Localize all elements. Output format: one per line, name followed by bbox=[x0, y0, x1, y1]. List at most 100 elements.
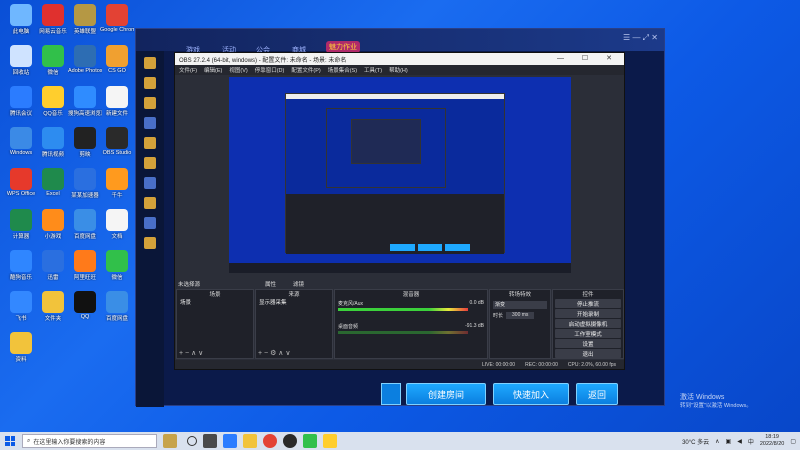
desktop-icon[interactable]: 回收站 bbox=[4, 45, 38, 76]
desktop-icon[interactable]: CS GO bbox=[100, 45, 134, 74]
desktop-icon[interactable]: Windows bbox=[4, 127, 38, 156]
obs-menu-item[interactable]: 文件(F) bbox=[179, 66, 197, 74]
start-button[interactable] bbox=[0, 432, 20, 450]
taskbar-game-icon[interactable] bbox=[163, 434, 177, 448]
status-rec: REC: 00:00:00 bbox=[525, 361, 558, 368]
ime-indicator[interactable]: 中 bbox=[748, 437, 754, 446]
taskbar-search[interactable]: ⌕ 在这里输入你要搜索的内容 bbox=[22, 434, 157, 448]
desktop-icon[interactable]: 小游戏 bbox=[36, 209, 70, 240]
back-button[interactable]: 返回 bbox=[576, 383, 618, 405]
sidebar-friends-icon[interactable] bbox=[144, 197, 156, 209]
obs-menu-item[interactable]: 停靠窗口(D) bbox=[255, 66, 285, 74]
desktop-icon[interactable]: 百度网盘 bbox=[68, 209, 102, 240]
taskbar-explorer-icon[interactable] bbox=[243, 434, 257, 448]
app-icon bbox=[74, 209, 96, 231]
desktop-icon[interactable]: Excel bbox=[36, 168, 70, 197]
desktop-icon[interactable]: 此电脑 bbox=[4, 4, 38, 35]
desktop-icon[interactable]: Google Chrome bbox=[100, 4, 134, 33]
taskbar-qq-icon[interactable] bbox=[323, 434, 337, 448]
desktop-icon[interactable]: 文档 bbox=[100, 209, 134, 240]
desktop-icon[interactable]: 腾讯会议 bbox=[4, 86, 38, 117]
clock[interactable]: 18:19 2022/8/20 bbox=[760, 434, 784, 448]
notification-icon[interactable]: ▢ bbox=[790, 438, 796, 445]
preview-taskbar bbox=[229, 263, 571, 273]
desktop-icon[interactable]: 微信 bbox=[100, 250, 134, 281]
volume-icon[interactable]: ◀ bbox=[737, 438, 742, 445]
obs-control-button[interactable]: 开始录制 bbox=[555, 309, 621, 318]
desktop-icon[interactable]: QQ音乐 bbox=[36, 86, 70, 117]
desktop-icon-label: 资料 bbox=[15, 357, 27, 363]
network-icon[interactable]: ▣ bbox=[726, 438, 732, 445]
duration-input[interactable]: 300 ms bbox=[506, 312, 535, 319]
obs-menu-item[interactable]: 编辑(E) bbox=[204, 66, 222, 74]
tray-chevron-icon[interactable]: ∧ bbox=[715, 438, 719, 445]
filters-button[interactable]: 滤镜 bbox=[293, 280, 304, 288]
scene-toolbar[interactable]: + − ∧ ∨ bbox=[179, 349, 203, 357]
sidebar-task-icon[interactable] bbox=[144, 237, 156, 249]
taskbar-chrome-icon[interactable] bbox=[263, 434, 277, 448]
obs-menu-item[interactable]: 视图(V) bbox=[229, 66, 247, 74]
desktop-icon[interactable]: 迅雷 bbox=[36, 250, 70, 281]
desktop-icon[interactable]: 搜狗高速浏览器 bbox=[68, 86, 102, 117]
mixer-meter-2 bbox=[338, 331, 468, 334]
taskbar-edge-icon[interactable] bbox=[223, 434, 237, 448]
desktop-icon[interactable]: 剪映 bbox=[68, 127, 102, 158]
desktop-icon[interactable]: 腾讯视频 bbox=[36, 127, 70, 158]
source-toolbar[interactable]: + − ⚙ ∧ ∨ bbox=[258, 349, 290, 357]
obs-menu-item[interactable]: 工具(T) bbox=[364, 66, 382, 74]
desktop-icon-label: QQ bbox=[80, 314, 90, 320]
sidebar-hero-icon[interactable] bbox=[144, 77, 156, 89]
taskbar-obs-icon[interactable] bbox=[283, 434, 297, 448]
desktop-icon[interactable]: QQ bbox=[68, 291, 102, 320]
game-window-controls[interactable]: ☰ — ⤢ ✕ bbox=[623, 33, 658, 43]
sidebar-mail-icon[interactable] bbox=[144, 217, 156, 229]
sidebar-gift-icon[interactable] bbox=[144, 157, 156, 169]
obs-menu-item[interactable]: 场景集合(S) bbox=[328, 66, 357, 74]
obs-control-button[interactable]: 工作室模式 bbox=[555, 329, 621, 338]
task-view-icon[interactable] bbox=[187, 436, 197, 446]
source-item[interactable]: 显示器采集 bbox=[256, 298, 332, 306]
desktop-icon[interactable]: 阿里旺旺 bbox=[68, 250, 102, 281]
obs-control-button[interactable]: 启动虚拟摄像机 bbox=[555, 319, 621, 328]
sidebar-team-icon[interactable] bbox=[144, 97, 156, 109]
desktop-icon[interactable]: 飞书 bbox=[4, 291, 38, 322]
sidebar-chat-icon[interactable] bbox=[144, 117, 156, 129]
desktop-icon[interactable]: 资料 bbox=[4, 332, 38, 363]
scene-item[interactable]: 场景 bbox=[177, 298, 253, 306]
sidebar-home-icon[interactable] bbox=[144, 57, 156, 69]
obs-menu-item[interactable]: 帮助(H) bbox=[389, 66, 408, 74]
transition-select[interactable]: 渐变 bbox=[493, 301, 547, 309]
taskbar-wechat-icon[interactable] bbox=[303, 434, 317, 448]
taskbar-app-icon[interactable] bbox=[203, 434, 217, 448]
desktop-icon[interactable]: WPS Office bbox=[4, 168, 38, 197]
desktop-icon[interactable]: 计算器 bbox=[4, 209, 38, 240]
obs-preview[interactable] bbox=[229, 77, 571, 273]
watermark-subtitle: 转到"设置"以激活 Windows。 bbox=[680, 403, 752, 409]
desktop-icon[interactable]: 微信 bbox=[36, 45, 70, 76]
create-room-button[interactable]: 创建房间 bbox=[406, 383, 486, 405]
app-icon bbox=[42, 250, 64, 272]
desktop-icon[interactable]: 酷狗音乐 bbox=[4, 250, 38, 281]
app-icon bbox=[74, 86, 96, 108]
desktop-icon[interactable]: Adobe Photoshop bbox=[68, 45, 102, 74]
desktop-icon[interactable]: OBS Studio bbox=[100, 127, 134, 156]
obs-control-button[interactable]: 设置 bbox=[555, 339, 621, 348]
obs-control-button[interactable]: 退出 bbox=[555, 349, 621, 358]
obs-window-controls[interactable]: — ☐ ✕ bbox=[557, 54, 620, 62]
sidebar-rank-icon[interactable] bbox=[144, 137, 156, 149]
obs-menu-item[interactable]: 配置文件(P) bbox=[291, 66, 320, 74]
properties-button[interactable]: 属性 bbox=[265, 280, 276, 288]
room-list-icon[interactable] bbox=[381, 383, 401, 405]
obs-titlebar[interactable]: OBS 27.2.4 (64-bit, windows) - 配置文件: 未命名… bbox=[175, 53, 624, 65]
desktop-icon[interactable]: 英雄联盟 bbox=[68, 4, 102, 35]
desktop-icon[interactable]: 网易云音乐 bbox=[36, 4, 70, 35]
sidebar-bag-icon[interactable] bbox=[144, 177, 156, 189]
desktop-icon[interactable]: 百度网盘 bbox=[100, 291, 134, 322]
quick-join-button[interactable]: 快速加入 bbox=[493, 383, 569, 405]
weather-widget[interactable]: 30°C 多云 bbox=[682, 437, 709, 446]
desktop-icon[interactable]: 千牛 bbox=[100, 168, 134, 199]
desktop-icon[interactable]: 文件夹 bbox=[36, 291, 70, 322]
obs-control-button[interactable]: 停止推流 bbox=[555, 299, 621, 308]
desktop-icon[interactable]: 某某加速器 bbox=[68, 168, 102, 199]
desktop-icon[interactable]: 新建文件 bbox=[100, 86, 134, 117]
